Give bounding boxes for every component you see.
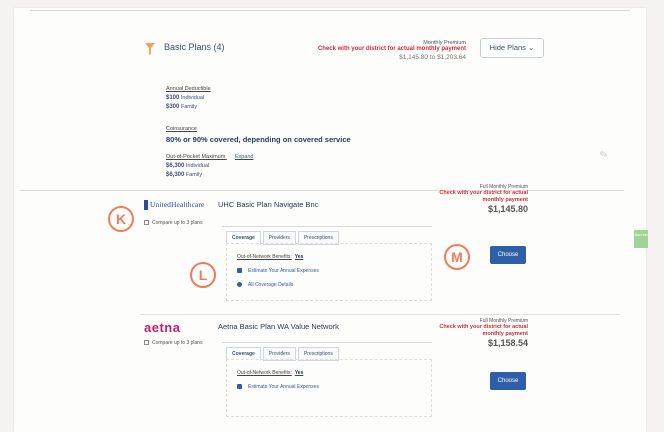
aetna-logo: aetna: [144, 320, 181, 335]
calculator-icon: [237, 384, 242, 390]
coverage-content: Out-of-Network Benefits: Yes Estimate You…: [226, 243, 432, 301]
choose-button[interactable]: Choose: [490, 372, 526, 390]
compare-checkbox[interactable]: Compare up to 3 plans: [144, 340, 203, 346]
checkbox-icon: [144, 220, 149, 226]
plan-divider: [140, 314, 620, 315]
plan-details: Annual Deductible $100 Individual $300 F…: [160, 82, 560, 194]
plan-card-aetna: aetna Compare up to 3 plans Aetna Basic …: [20, 318, 624, 432]
plan-tabs-panel: Coverage Providers Prescriptions Out-of-…: [222, 342, 432, 432]
plans-header: Basic Plans (4) Monthly Premium Check wi…: [134, 28, 544, 90]
oop-label: Out-of-Pocket Maximum: [166, 154, 226, 160]
plan-price: $1,145.80: [487, 204, 528, 214]
marker-l: L: [190, 262, 216, 288]
coinsurance-block: Coinsurance 80% or 90% covered, dependin…: [166, 126, 351, 144]
deductible-individual: $100 Individual: [166, 95, 205, 101]
oop-expand-link[interactable]: Expand: [235, 154, 254, 160]
filter-icon: [145, 43, 155, 55]
plan-tabs-panel: Coverage Providers Prescriptions Out-of-…: [222, 226, 432, 308]
coverage-details-link[interactable]: All Coverage Details: [237, 282, 293, 288]
plan-premium: Full Monthly Premium Check with your dis…: [432, 318, 528, 348]
top-divider: [30, 10, 630, 11]
hide-plans-label: Hide Plans: [489, 43, 526, 52]
coverage-content: Out-of-Network Benefits: Yes Estimate You…: [226, 359, 432, 417]
annual-deductible-label: Annual Deductible: [166, 86, 211, 92]
choose-button[interactable]: Choose: [490, 246, 526, 264]
marker-k: K: [108, 206, 134, 232]
oop-block: Out-of-Pocket Maximum Expand $6,300 Indi…: [166, 154, 253, 178]
checkbox-icon: [144, 340, 149, 346]
info-icon: [237, 282, 242, 288]
plans-title: Basic Plans (4): [164, 42, 225, 52]
plan-premium: Full Monthly Premium Check with your dis…: [432, 184, 528, 214]
marker-m: M: [444, 244, 470, 270]
chevron-down-icon: ⌄: [528, 43, 535, 52]
plan-price: $1,158.54: [487, 338, 528, 348]
plan-name: UHC Basic Plan Navigate Bnc: [218, 200, 319, 209]
oop-individual: $6,300 Individual: [166, 163, 210, 169]
oon-benefits: Out-of-Network Benefits: Yes: [237, 370, 304, 376]
side-add-button[interactable]: Add list: [634, 230, 648, 248]
deductible-family: $300 Family: [166, 104, 198, 110]
coinsurance-label: Coinsurance: [166, 126, 197, 132]
oon-benefits: Out-of-Network Benefits: Yes: [237, 254, 304, 260]
section-divider: [20, 190, 624, 191]
unitedhealthcare-logo: UnitedHealthcare: [144, 200, 205, 211]
plan-name: Aetna Basic Plan WA Value Network: [218, 322, 339, 331]
estimate-expenses-link[interactable]: Estimate Your Annual Expenses: [237, 384, 319, 390]
coinsurance-text: 80% or 90% covered, depending on covered…: [166, 135, 351, 144]
oop-family: $6,300 Family: [166, 172, 203, 178]
premium-range: $1,145.80 to $1,203.64: [399, 54, 466, 61]
premium-note: Check with your district for actual mont…: [439, 324, 528, 337]
premium-note: Check with your district for actual mont…: [317, 46, 466, 52]
oop-row: Out-of-Pocket Maximum Expand: [166, 154, 253, 160]
calculator-icon: [237, 268, 242, 274]
deductible-block: Annual Deductible $100 Individual $300 F…: [166, 86, 211, 110]
premium-note: Check with your district for actual mont…: [439, 190, 528, 203]
compare-checkbox[interactable]: Compare up to 3 plans: [144, 220, 203, 226]
premium-summary: Monthly Premium Check with your district…: [296, 40, 466, 61]
hide-plans-button[interactable]: Hide Plans ⌄: [480, 38, 544, 58]
estimate-expenses-link[interactable]: Estimate Your Annual Expenses: [237, 268, 319, 274]
